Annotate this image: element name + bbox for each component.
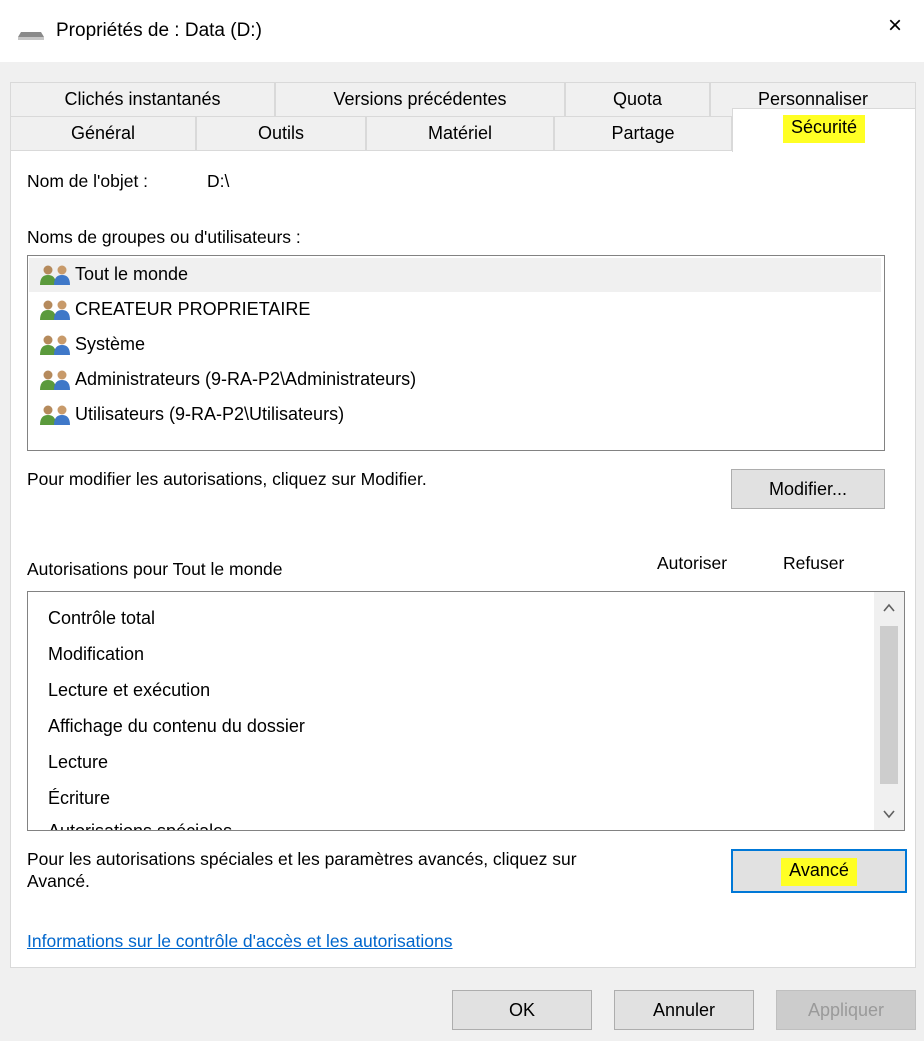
groups-listbox[interactable]: Tout le monde CREATEUR PROPRIETAIRE Syst… xyxy=(27,255,885,451)
scroll-up-icon[interactable] xyxy=(883,602,895,614)
tab-cliches-instantanes[interactable]: Clichés instantanés xyxy=(10,82,275,118)
scroll-down-icon[interactable] xyxy=(883,808,895,820)
list-item[interactable]: Système xyxy=(29,328,881,362)
apply-button[interactable]: Appliquer xyxy=(776,990,916,1030)
tab-label: Partage xyxy=(611,123,675,143)
security-panel: Nom de l'objet : D:\ Noms de groupes ou … xyxy=(10,150,916,968)
cancel-button[interactable]: Annuler xyxy=(614,990,754,1030)
object-name-label: Nom de l'objet : xyxy=(27,171,149,191)
user-group-icon xyxy=(40,300,70,320)
ok-button[interactable]: OK xyxy=(452,990,592,1030)
close-icon[interactable]: × xyxy=(888,14,902,38)
user-group-icon xyxy=(40,370,70,390)
tab-label: Clichés instantanés xyxy=(64,89,221,109)
permission-item: Modification xyxy=(48,644,145,664)
tab-securite[interactable]: Sécurité xyxy=(732,108,916,152)
user-group-icon xyxy=(40,335,70,355)
tab-label: Personnaliser xyxy=(757,89,869,109)
permission-item: Autorisations spéciales xyxy=(48,821,233,831)
window-title: Propriétés de : Data (D:) xyxy=(56,20,262,41)
deny-column-header: Refuser xyxy=(783,553,845,573)
permissions-label: Autorisations pour Tout le monde xyxy=(27,559,283,579)
access-control-info-link[interactable]: Informations sur le contrôle d'accès et … xyxy=(27,931,453,952)
groups-label: Noms de groupes ou d'utilisateurs : xyxy=(27,227,301,247)
scroll-thumb[interactable] xyxy=(880,626,898,784)
list-item[interactable]: Utilisateurs (9-RA-P2\Utilisateurs) xyxy=(29,398,881,432)
permission-item: Écriture xyxy=(48,788,111,808)
permission-item: Affichage du contenu du dossier xyxy=(48,716,305,736)
modify-button[interactable]: Modifier... xyxy=(731,469,885,509)
user-group-label: Utilisateurs (9-RA-P2\Utilisateurs) xyxy=(75,404,345,424)
permissions-listbox[interactable]: Contrôle total Modification Lecture et e… xyxy=(27,591,905,831)
title-bar: Propriétés de : Data (D:) × xyxy=(0,0,924,62)
tab-quota[interactable]: Quota xyxy=(565,82,710,118)
vertical-scrollbar[interactable] xyxy=(874,592,904,830)
user-group-icon xyxy=(40,405,70,425)
user-group-label: CREATEUR PROPRIETAIRE xyxy=(75,299,311,319)
tab-general[interactable]: Général xyxy=(10,116,196,151)
drive-icon xyxy=(18,32,44,40)
user-group-icon xyxy=(40,265,70,285)
user-group-label: Tout le monde xyxy=(75,264,189,284)
allow-column-header: Autoriser xyxy=(657,553,728,573)
list-item[interactable]: Tout le monde xyxy=(29,258,881,292)
modify-hint: Pour modifier les autorisations, cliquez… xyxy=(27,469,427,489)
tab-outils[interactable]: Outils xyxy=(196,116,366,151)
tab-label: Quota xyxy=(612,89,663,109)
permission-item: Lecture xyxy=(48,752,109,772)
user-group-label: Système xyxy=(75,334,146,354)
permission-item: Contrôle total xyxy=(48,608,156,628)
tab-label: Sécurité xyxy=(782,115,866,143)
tab-versions-precedentes[interactable]: Versions précédentes xyxy=(275,82,565,118)
object-name-value: D:\ xyxy=(207,171,230,191)
advanced-hint-line1: Pour les autorisations spéciales et les … xyxy=(27,849,577,869)
user-group-label: Administrateurs (9-RA-P2\Administrateurs… xyxy=(75,369,417,389)
advanced-button-label: Avancé xyxy=(781,858,857,886)
tab-partage[interactable]: Partage xyxy=(554,116,732,151)
list-item[interactable]: Administrateurs (9-RA-P2\Administrateurs… xyxy=(29,363,881,397)
tab-materiel[interactable]: Matériel xyxy=(366,116,554,151)
advanced-button[interactable]: Avancé xyxy=(731,849,907,893)
tab-label: Général xyxy=(70,123,136,143)
tab-label: Versions précédentes xyxy=(333,89,507,109)
permission-item: Lecture et exécution xyxy=(48,680,211,700)
list-item[interactable]: CREATEUR PROPRIETAIRE xyxy=(29,293,881,327)
tab-label: Outils xyxy=(257,123,304,143)
advanced-hint-line2: Avancé. xyxy=(27,871,90,891)
tab-label: Matériel xyxy=(427,123,493,143)
